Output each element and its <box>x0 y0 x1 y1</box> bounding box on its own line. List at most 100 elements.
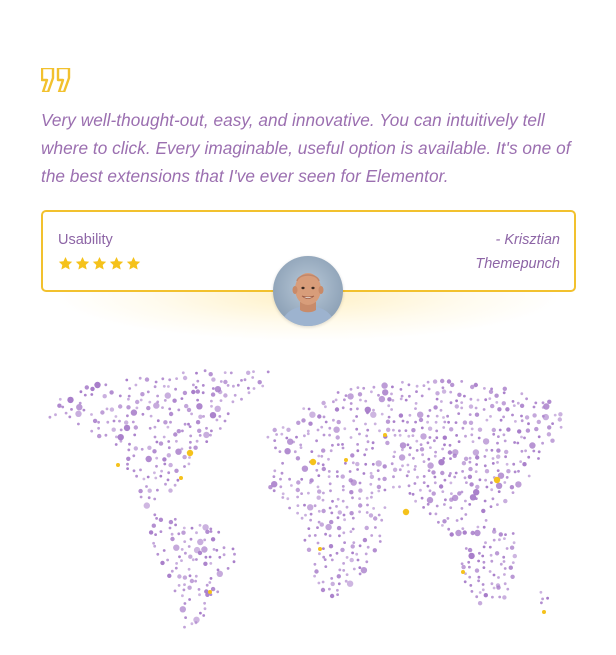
map-dot <box>512 553 517 559</box>
map-dot <box>336 497 340 501</box>
map-dot <box>133 425 138 430</box>
map-dot <box>170 532 174 536</box>
map-dot <box>359 398 362 402</box>
map-dot <box>442 435 447 440</box>
map-dot <box>350 453 355 458</box>
map-dot <box>364 462 368 466</box>
map-dot <box>483 455 487 458</box>
map-dot <box>495 401 499 404</box>
map-dot <box>488 570 492 573</box>
map-dot <box>415 449 419 452</box>
map-dot <box>182 390 188 396</box>
map-dot <box>381 382 388 389</box>
map-dot <box>194 621 198 625</box>
map-dot <box>431 470 436 475</box>
map-dot <box>156 419 160 423</box>
map-dot <box>344 394 348 397</box>
map-dot <box>373 422 377 426</box>
map-dot <box>197 588 201 591</box>
map-dot <box>217 530 221 534</box>
map-dot <box>366 411 369 415</box>
map-dot <box>434 450 437 454</box>
map-dot <box>316 541 320 545</box>
map-dot <box>281 496 285 499</box>
map-dot <box>296 504 300 507</box>
map-dot <box>170 536 175 542</box>
map-dot <box>163 462 167 466</box>
map-dot <box>180 397 184 400</box>
map-dot <box>398 485 401 489</box>
map-dot <box>492 586 496 590</box>
map-dot <box>502 386 507 391</box>
map-dot <box>355 552 359 556</box>
map-dot <box>366 503 369 507</box>
map-dot <box>474 470 478 473</box>
map-dot <box>189 578 195 584</box>
map-dot <box>476 398 480 402</box>
map-dot <box>226 567 230 570</box>
map-dot <box>247 386 250 390</box>
map-dot <box>317 474 321 477</box>
map-dot <box>232 384 235 388</box>
map-dot <box>316 485 320 489</box>
map-dot <box>450 382 455 388</box>
map-dot <box>435 504 439 508</box>
map-dot <box>491 595 494 599</box>
map-dot <box>439 408 443 412</box>
map-dot <box>499 562 503 566</box>
map-dot <box>82 408 86 412</box>
map-dot <box>205 583 209 587</box>
map-dot <box>313 504 317 508</box>
map-dot <box>222 546 226 550</box>
map-dot <box>558 412 563 417</box>
map-dot <box>419 443 423 446</box>
map-dot <box>347 393 354 400</box>
map-dot <box>432 379 438 384</box>
map-dot <box>478 591 482 594</box>
map-dot <box>342 569 346 572</box>
map-dot <box>198 434 202 437</box>
map-dot <box>127 394 131 398</box>
map-dot <box>114 443 118 446</box>
map-dot <box>358 503 363 508</box>
map-dot <box>124 420 129 425</box>
map-dot <box>442 416 445 419</box>
map-dot <box>464 513 468 516</box>
map-dot <box>380 412 384 416</box>
map-dot <box>508 565 513 570</box>
map-dot <box>393 450 397 454</box>
map-dot <box>484 541 487 545</box>
map-dot <box>306 429 310 433</box>
map-dot <box>502 415 505 419</box>
map-dot <box>349 511 354 516</box>
map-dot <box>467 474 473 479</box>
map-dot <box>97 420 100 424</box>
map-dot <box>433 405 438 410</box>
map-dot <box>223 419 227 423</box>
map-dot <box>344 461 347 465</box>
map-dot <box>328 506 332 510</box>
map-dot <box>371 446 374 450</box>
map-dot <box>257 380 262 385</box>
map-dot <box>180 447 184 451</box>
map-dot <box>513 441 516 444</box>
map-dot <box>194 579 198 583</box>
map-dot <box>494 551 500 556</box>
map-dot <box>434 420 438 424</box>
map-dot <box>79 390 83 394</box>
map-dot <box>195 558 198 561</box>
map-dot <box>497 407 502 412</box>
map-dot <box>48 415 52 419</box>
map-dot <box>527 455 531 459</box>
map-dot <box>470 590 474 593</box>
map-dot <box>279 477 282 481</box>
map-dot <box>516 401 520 405</box>
map-dot <box>511 532 515 535</box>
map-dot <box>183 583 186 586</box>
map-dot <box>469 494 477 501</box>
map-dot <box>420 394 424 398</box>
map-dot <box>474 568 480 573</box>
map-dot <box>490 481 493 484</box>
map-dot <box>455 529 462 537</box>
map-dot <box>208 555 212 559</box>
